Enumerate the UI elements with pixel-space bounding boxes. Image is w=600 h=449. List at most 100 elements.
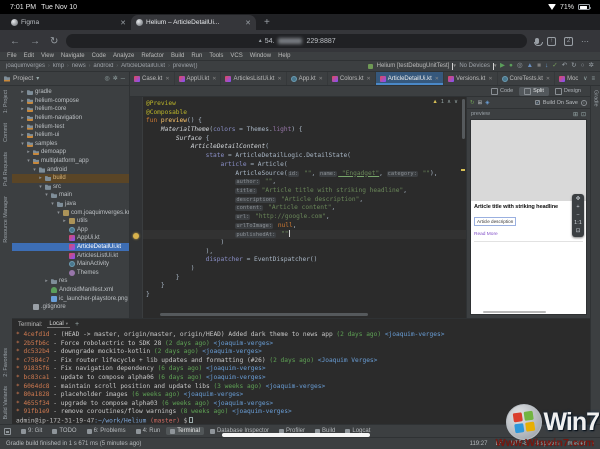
device-frame-icon[interactable]: ⊞	[478, 100, 483, 106]
terminal-tab-local[interactable]: Local ▾	[47, 321, 70, 328]
breadcrumb-item[interactable]: preview()	[173, 63, 198, 69]
menu-item-navigate[interactable]: Navigate	[61, 53, 85, 59]
file-tab-appui-kt[interactable]: AppUi.kt✕	[175, 72, 222, 85]
preview-scrollbar[interactable]	[483, 311, 546, 313]
read-more-link[interactable]: Read More	[474, 232, 583, 237]
tree-chevron-icon[interactable]: ▸	[38, 175, 43, 181]
breadcrumb-item[interactable]: news	[72, 63, 86, 69]
tab-options-icon[interactable]: ≡	[591, 76, 595, 82]
zoom-actual-icon[interactable]: 1:1	[574, 221, 582, 226]
menu-item-vcs[interactable]: VCS	[230, 53, 242, 59]
tree-chevron-icon[interactable]: ▾	[26, 158, 31, 164]
tree-chevron-icon[interactable]: ▾	[44, 192, 49, 198]
tree-chevron-icon[interactable]: ▸	[62, 218, 67, 224]
tree-item-ic-launcher-playstore-png[interactable]: ic_launcher-playstore.png	[12, 294, 129, 303]
history-icon[interactable]: ↻	[571, 63, 576, 70]
file-tab-articledetailui-kt[interactable]: ArticleDetailUi.kt✕	[376, 72, 444, 85]
close-icon[interactable]: ✕	[277, 76, 281, 82]
tree-item-mainactivity[interactable]: MainActivity	[12, 260, 129, 269]
file-tab-articleslistui-kt[interactable]: ArticlesListUi.kt✕	[221, 72, 286, 85]
tree-item-android[interactable]: ▾android	[12, 165, 129, 174]
breadcrumb-item[interactable]: android	[93, 63, 113, 69]
undo-icon[interactable]: ↶	[562, 63, 567, 70]
menu-item-tools[interactable]: Tools	[209, 53, 223, 59]
editor-horizontal-scrollbar[interactable]	[160, 313, 368, 316]
close-icon[interactable]: ✕	[120, 19, 126, 27]
site-info-icon[interactable]: ▲	[258, 38, 263, 44]
tree-item-articleslistui-kt[interactable]: ArticlesListUi.kt	[12, 251, 129, 260]
tree-item-utils[interactable]: ▸utils	[12, 217, 129, 226]
close-icon[interactable]: ✕	[367, 76, 371, 82]
project-panel-header[interactable]: Project ▾ ◎ ✲ ─	[0, 72, 130, 85]
reload-button[interactable]: ↻	[50, 36, 58, 47]
tree-chevron-icon[interactable]: ▸	[20, 115, 25, 121]
settings-gear-icon[interactable]: ✲	[113, 75, 118, 82]
pan-hand-icon[interactable]: ✥	[576, 197, 581, 202]
debug-icon[interactable]: ●	[509, 63, 513, 70]
stripe-item-2-favorites[interactable]: 2: Favorites	[3, 348, 9, 377]
tree-chevron-icon[interactable]: ▾	[20, 141, 25, 147]
tree-item-build[interactable]: ▸build	[12, 174, 129, 183]
close-icon[interactable]: ✕	[212, 76, 216, 82]
tree-item-main[interactable]: ▾main	[12, 191, 129, 200]
browser-tab-figma[interactable]: Figma ✕	[6, 15, 131, 30]
close-icon[interactable]: ✕	[488, 76, 492, 82]
view-mode-split[interactable]: Split	[519, 87, 549, 96]
voice-search-icon[interactable]	[535, 38, 539, 44]
menu-item-file[interactable]: File	[7, 53, 17, 59]
tree-chevron-icon[interactable]: ▸	[20, 106, 25, 112]
tab-list-chevron-icon[interactable]: ∨	[583, 75, 587, 82]
menu-item-build[interactable]: Build	[171, 53, 184, 59]
zoom-out-icon[interactable]: −	[576, 213, 579, 218]
tree-chevron-icon[interactable]: ▸	[20, 98, 25, 104]
gradle-build-status[interactable]: Gradle build finished in 1 s 671 ms (5 m…	[6, 441, 141, 447]
file-tab-case-kt[interactable]: Case.kt✕	[130, 72, 175, 85]
close-icon[interactable]: ✕	[546, 76, 550, 82]
coverage-icon[interactable]: ◎	[517, 63, 523, 70]
tree-chevron-icon[interactable]: ▾	[50, 201, 55, 207]
intention-bulb-icon[interactable]	[133, 233, 139, 239]
tool-window-button-terminal[interactable]: Terminal	[166, 427, 204, 435]
pin-preview-icon[interactable]: ⊞	[573, 111, 578, 118]
close-icon[interactable]: ✕	[435, 76, 439, 82]
tool-window-button-9-git[interactable]: 9: Git	[17, 427, 46, 435]
preview-canvas[interactable]: Article title with striking headline Art…	[470, 119, 587, 315]
info-icon[interactable]: i	[581, 100, 587, 106]
tree-item-samples[interactable]: ▾samples	[12, 140, 129, 149]
url-field[interactable]: ▲ 54. 229:8887	[66, 34, 527, 48]
stripe-item-gradle[interactable]: Gradle	[593, 90, 599, 107]
locate-file-icon[interactable]: ◎	[104, 75, 109, 82]
stripe-item-build-variants[interactable]: Build Variants	[3, 386, 9, 420]
breadcrumb-item[interactable]: ArticleDetailUi.kt	[121, 63, 165, 69]
breadcrumb-item[interactable]: kmp	[53, 63, 64, 69]
stripe-item-pull-requests[interactable]: Pull Requests	[3, 152, 9, 186]
file-tab-versions-kt[interactable]: Versions.kt✕	[444, 72, 498, 85]
tree-item-helium-core[interactable]: ▸helium-core	[12, 105, 129, 114]
file-tab-colors-kt[interactable]: Colors.kt✕	[328, 72, 376, 85]
tool-window-button-4-run[interactable]: 4: Run	[132, 427, 165, 435]
tool-window-switcher-icon[interactable]	[4, 428, 11, 435]
menu-item-refactor[interactable]: Refactor	[141, 53, 164, 59]
editor-vertical-scrollbar[interactable]	[462, 99, 465, 139]
run-configuration-select[interactable]: Helium [testDebugUnitTest] ▼	[377, 63, 454, 70]
stripe-item-commit[interactable]: Commit	[3, 123, 9, 142]
next-issue-icon[interactable]: ∨	[454, 99, 458, 105]
stripe-item-resource-manager[interactable]: Resource Manager	[3, 196, 9, 243]
tree-item-articledetailui-kt[interactable]: ArticleDetailUi.kt	[12, 243, 129, 252]
search-icon[interactable]: ○	[581, 63, 585, 70]
browser-tab-helium[interactable]: Helium – ArticleDetailUi... ✕	[131, 15, 256, 30]
build-on-save-checkbox[interactable]: ✓	[535, 100, 540, 105]
warning-stripe-mark[interactable]	[461, 169, 465, 171]
tree-item-helium-ui[interactable]: ▸helium-ui	[12, 131, 129, 140]
git-commit-icon[interactable]: ✓	[552, 63, 557, 70]
tree-chevron-icon[interactable]: ▾	[32, 167, 37, 173]
tree-item-appui-kt[interactable]: AppUi.kt	[12, 234, 129, 243]
tree-item-app[interactable]: App	[12, 226, 129, 235]
tool-window-button-todo[interactable]: TODO	[48, 427, 80, 435]
build-hammer-icon[interactable]	[368, 64, 373, 69]
tree-chevron-icon[interactable]: ▸	[44, 278, 49, 284]
tree-item-src[interactable]: ▾src	[12, 183, 129, 192]
tab-count-button[interactable]: 2	[564, 37, 573, 46]
home-indicator[interactable]	[222, 433, 370, 437]
menu-item-analyze[interactable]: Analyze	[113, 53, 134, 59]
